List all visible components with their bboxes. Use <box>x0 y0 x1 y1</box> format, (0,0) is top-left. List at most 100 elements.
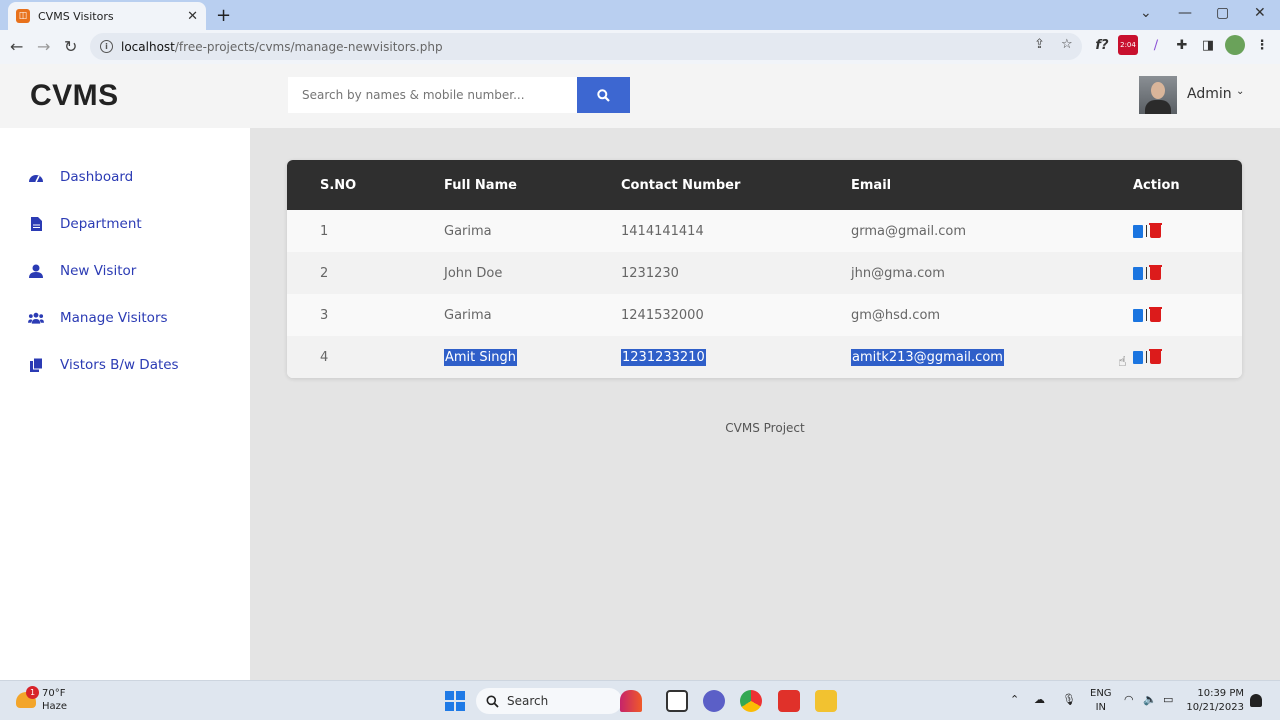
share-icon[interactable]: ⇪ <box>1034 37 1045 52</box>
file-explorer-icon[interactable] <box>815 690 837 712</box>
sidebar-item-label: Vistors B/w Dates <box>60 357 179 373</box>
sidebar-item-new-visitor[interactable]: New Visitor <box>28 263 136 279</box>
onedrive-cloud-icon[interactable]: ☁ <box>1034 693 1045 706</box>
cell-full-name: Amit Singh <box>444 336 621 378</box>
cell-actions <box>1133 294 1242 336</box>
widgets-app-icon[interactable] <box>620 690 642 712</box>
search-icon <box>486 695 499 708</box>
taskbar-search[interactable]: Search <box>476 688 622 714</box>
maximize-button[interactable]: ▢ <box>1216 5 1229 21</box>
sidebar-item-dashboard[interactable]: Dashboard <box>28 169 133 185</box>
battery-icon[interactable]: ▭ <box>1163 693 1173 706</box>
delete-trash-icon[interactable] <box>1149 306 1162 322</box>
site-info-icon[interactable]: i <box>100 40 113 53</box>
user-icon <box>28 263 44 279</box>
chevron-up-icon[interactable]: ⌃ <box>1010 693 1019 706</box>
url-host: localhost <box>121 39 175 54</box>
side-panel-icon[interactable]: ◨ <box>1198 35 1218 55</box>
cell-actions <box>1133 210 1242 252</box>
wifi-icon[interactable]: ◠ <box>1124 693 1134 706</box>
selected-text: 1231233210 <box>621 348 706 366</box>
edit-file-icon[interactable] <box>1133 350 1143 364</box>
delete-trash-icon[interactable] <box>1149 348 1162 364</box>
sidebar-item-manage-visitors[interactable]: Manage Visitors <box>28 310 168 326</box>
bookmark-star-icon[interactable]: ☆ <box>1061 37 1073 52</box>
delete-trash-icon[interactable] <box>1149 264 1162 280</box>
cell-contact: 1231230 <box>621 265 679 281</box>
close-tab-icon[interactable]: ✕ <box>187 9 198 24</box>
sidebar-item-label: New Visitor <box>60 263 137 279</box>
sidebar-item-visitors-between-dates[interactable]: Vistors B/w Dates <box>28 357 179 373</box>
windows-start-icon[interactable] <box>445 691 465 711</box>
clock-time: 10:39 PM <box>1197 688 1244 699</box>
address-bar[interactable]: i localhost/free-projects/cvms/manage-ne… <box>90 33 1082 60</box>
search-button[interactable] <box>577 77 630 113</box>
table-header-row: S.NO Full Name Contact Number Email Acti… <box>287 160 1242 210</box>
avatar[interactable] <box>1139 76 1177 114</box>
cell-sno: 3 <box>320 307 329 323</box>
recorder-extension-icon[interactable]: 2:04 <box>1118 35 1138 55</box>
cell-contact: 1414141414 <box>621 223 704 239</box>
page-footer: CVMS Project <box>725 421 805 435</box>
tab-title: CVMS Visitors <box>38 9 114 23</box>
close-window-button[interactable]: ✕ <box>1254 5 1266 21</box>
sidebar: CVMS Dashboard Department New Visitor Ma… <box>0 64 250 680</box>
column-header-full-name: Full Name <box>444 177 517 193</box>
task-view-icon[interactable] <box>666 690 688 712</box>
edit-file-icon[interactable] <box>1133 308 1143 322</box>
mouse-cursor-icon: ☝ <box>1118 354 1127 370</box>
column-header-email: Email <box>851 177 892 193</box>
cell-contact: 1231233210 <box>621 336 851 378</box>
back-icon[interactable]: ← <box>10 37 23 56</box>
font-extension-icon[interactable]: f? <box>1092 35 1112 55</box>
recorder-app-icon[interactable] <box>778 690 800 712</box>
forward-icon[interactable]: → <box>37 37 50 56</box>
cell-sno: 4 <box>320 349 329 365</box>
cell-actions <box>1133 336 1242 378</box>
edit-file-icon[interactable] <box>1133 224 1143 238</box>
user-menu-name[interactable]: Admin <box>1187 86 1232 102</box>
chevron-down-icon[interactable]: ⌄ <box>1236 86 1244 97</box>
cell-sno: 2 <box>320 265 329 281</box>
edit-file-icon[interactable] <box>1133 266 1143 280</box>
minimize-button[interactable]: — <box>1178 5 1192 21</box>
sidebar-item-label: Dashboard <box>60 169 134 185</box>
extensions-puzzle-icon[interactable]: ✚ <box>1172 35 1192 55</box>
teams-chat-icon[interactable] <box>703 690 725 712</box>
delete-trash-icon[interactable] <box>1149 222 1162 238</box>
copy-icon <box>28 357 44 373</box>
volume-icon[interactable]: 🔈 <box>1143 693 1157 706</box>
language-indicator[interactable]: ENG IN <box>1090 687 1112 715</box>
chrome-app-icon[interactable] <box>740 690 762 712</box>
notification-bell-icon[interactable] <box>1250 694 1262 707</box>
tab-search-icon[interactable]: ⌄ <box>1140 5 1152 21</box>
column-header-sno: S.NO <box>320 177 357 193</box>
profile-avatar-icon[interactable] <box>1225 35 1245 55</box>
system-clock[interactable]: 10:39 PM 10/21/2023 <box>1186 687 1244 715</box>
xampp-favicon-icon: ◫ <box>16 9 30 23</box>
search-input[interactable] <box>288 77 578 113</box>
sidebar-item-label: Manage Visitors <box>60 310 168 326</box>
cell-email: grma@gmail.com <box>851 223 967 239</box>
cell-sno: 1 <box>320 223 329 239</box>
reload-icon[interactable]: ↻ <box>64 37 77 56</box>
cell-full-name: Garima <box>444 223 492 239</box>
sidebar-item-department[interactable]: Department <box>28 216 142 232</box>
table-row: 4 Amit Singh 1231233210 amitk213@ggmail.… <box>287 336 1242 378</box>
weather-widget[interactable]: 1 70°F Haze <box>16 686 68 713</box>
brand-logo[interactable]: CVMS <box>0 64 250 128</box>
cell-actions <box>1133 252 1242 294</box>
weather-temp: 70°F <box>42 688 66 699</box>
pen-extension-icon[interactable]: ∕ <box>1146 35 1166 55</box>
file-icon <box>28 216 44 232</box>
clock-date: 10/21/2023 <box>1186 702 1244 713</box>
top-header: Admin ⌄ <box>250 64 1280 128</box>
selected-text: Amit Singh <box>444 348 517 366</box>
browser-menu-icon[interactable]: ⋮ <box>1252 35 1272 55</box>
microphone-icon[interactable]: 🎙 <box>1062 693 1076 706</box>
new-tab-button[interactable]: + <box>216 5 231 26</box>
weather-desc: Haze <box>42 701 68 712</box>
os-taskbar: 1 70°F Haze Search ⌃ ☁ 🎙 ENG IN ◠ 🔈 ▭ 10… <box>0 680 1280 720</box>
search-icon <box>597 88 610 102</box>
browser-tab[interactable]: ◫ CVMS Visitors ✕ <box>8 2 206 30</box>
